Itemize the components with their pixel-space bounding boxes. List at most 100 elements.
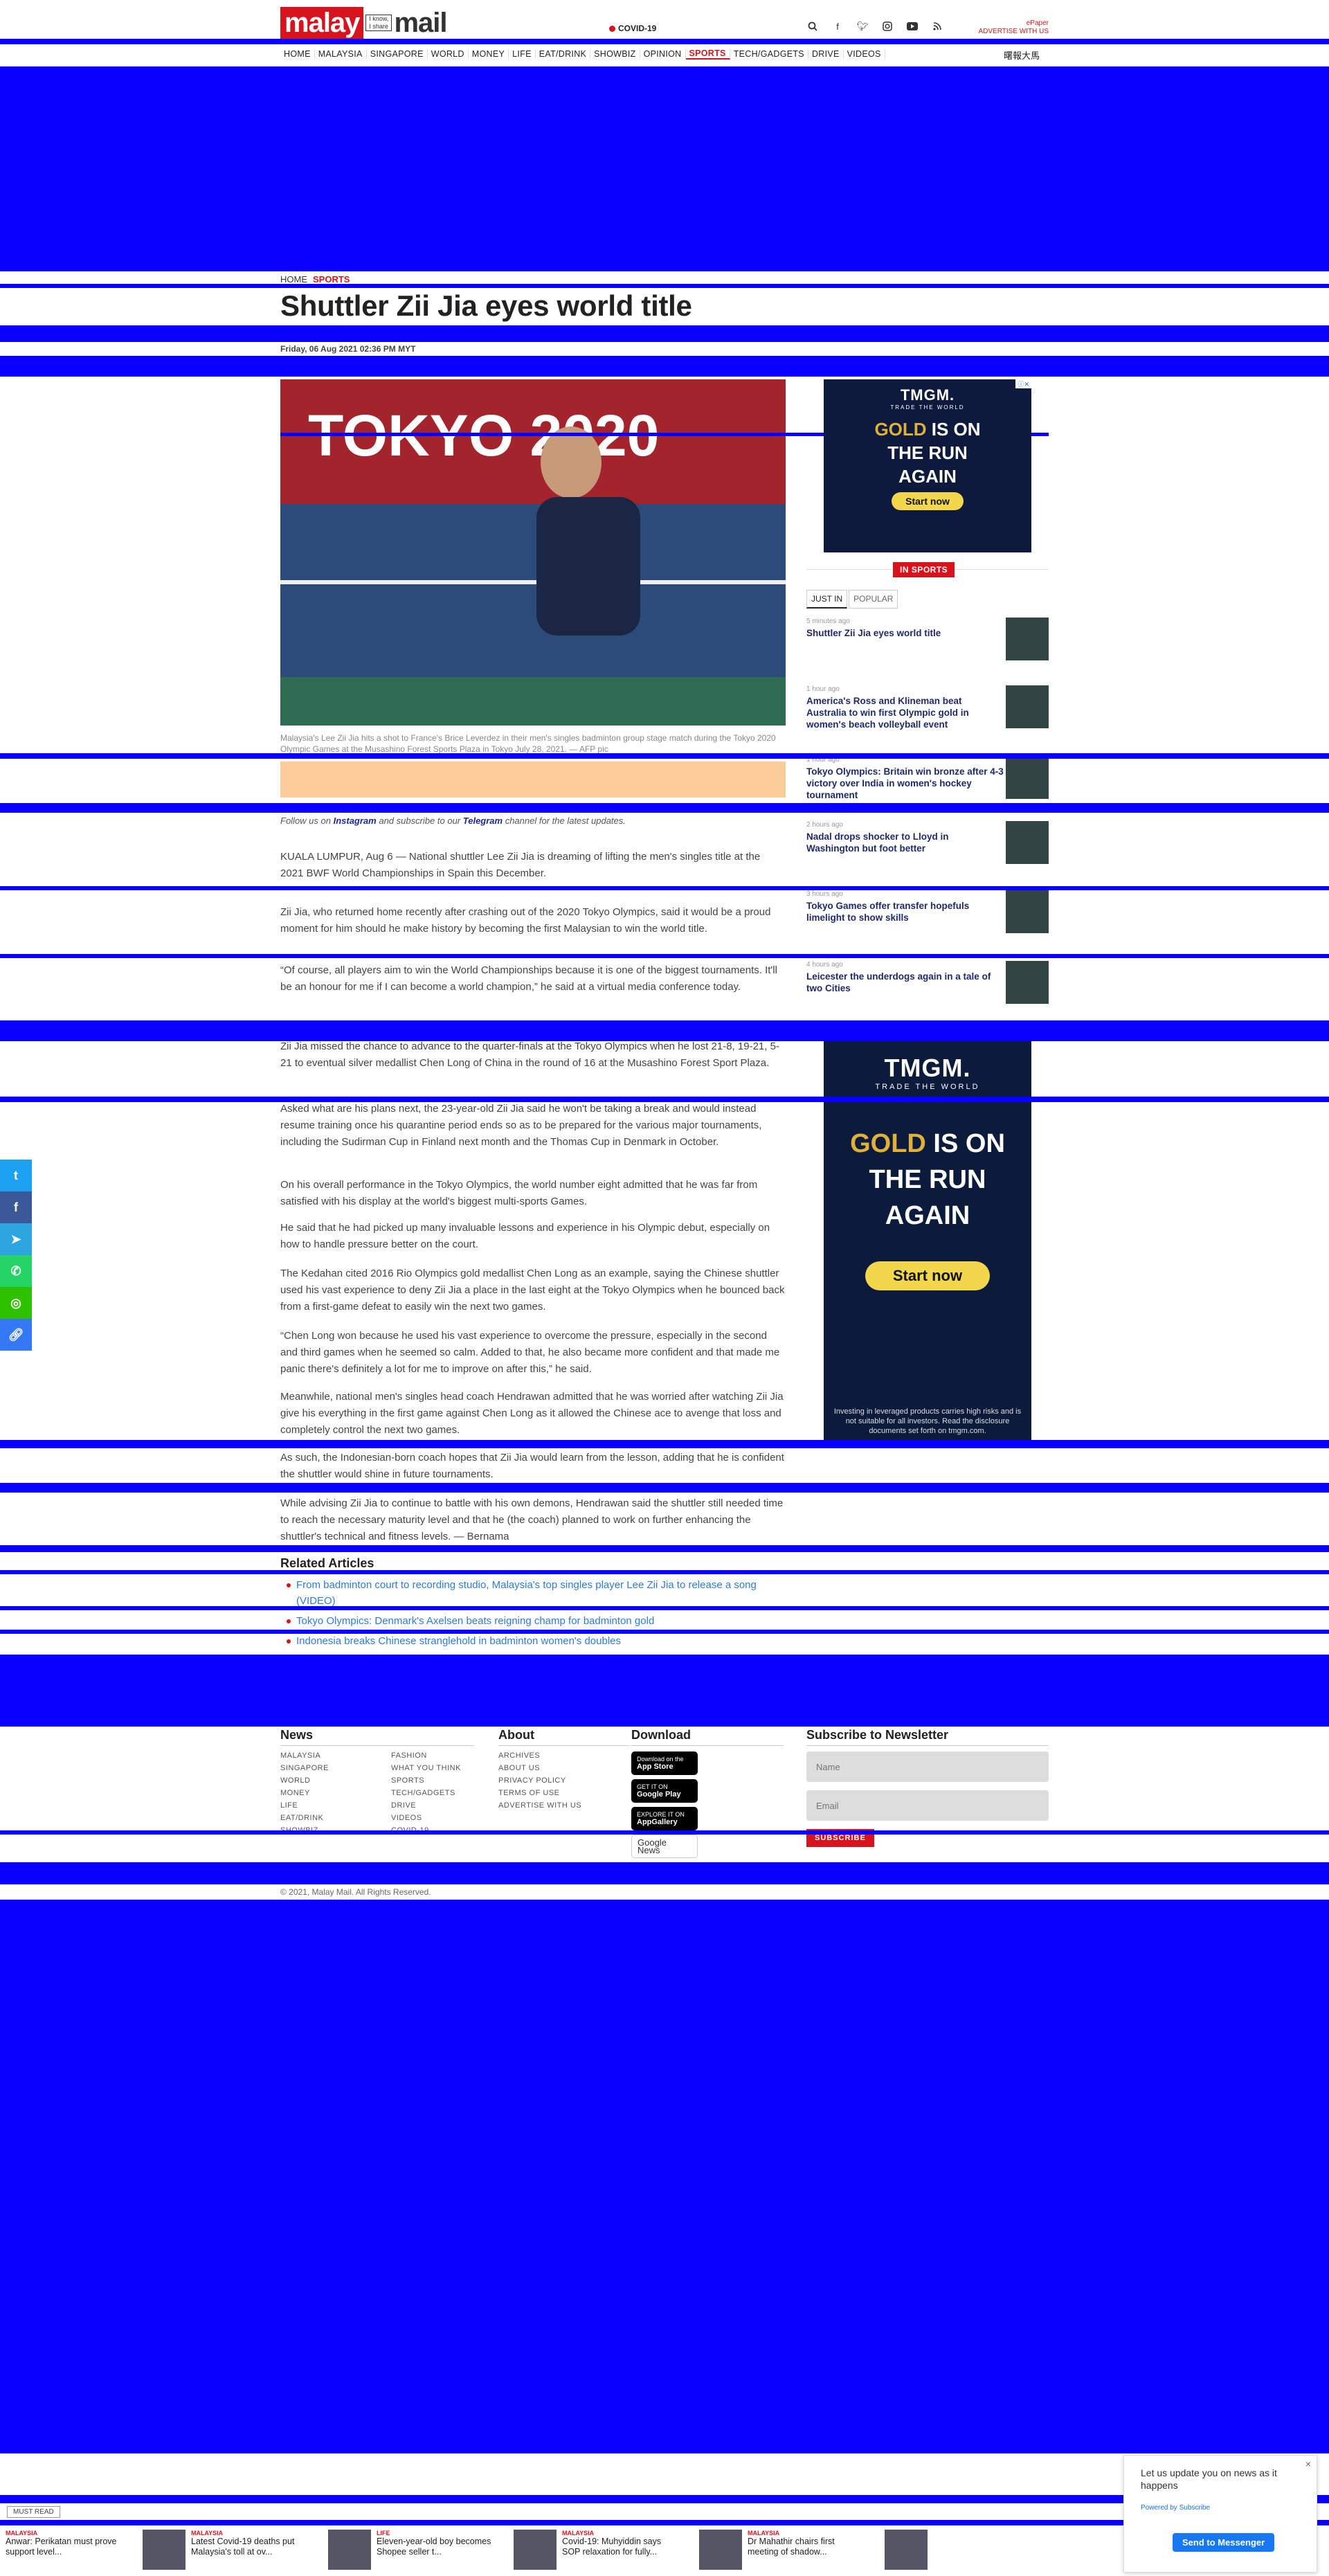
- nav-item-money[interactable]: MONEY: [469, 49, 509, 59]
- just-in-item[interactable]: 4 hours ago Leicester the underdogs again…: [806, 961, 1049, 1009]
- nav-item-life[interactable]: LIFE: [509, 49, 536, 59]
- just-in-item[interactable]: 5 minutes ago Shuttler Zii Jia eyes world…: [806, 618, 1049, 666]
- wechat-icon[interactable]: ◎: [0, 1287, 32, 1319]
- item-thumbnail[interactable]: [1006, 961, 1049, 1004]
- item-headline[interactable]: Tokyo Olympics: Britain win bronze after…: [806, 766, 1004, 801]
- footer-about-link[interactable]: ADVERTISE WITH US: [498, 1801, 630, 1810]
- item-thumbnail[interactable]: [699, 2530, 742, 2570]
- footer-news-link[interactable]: SPORTS: [391, 1776, 502, 1785]
- footer-about-link[interactable]: ARCHIVES: [498, 1751, 630, 1760]
- item-thumbnail[interactable]: [143, 2530, 186, 2570]
- item-headline[interactable]: Tokyo Games offer transfer hopefuls lime…: [806, 900, 1004, 924]
- item-headline[interactable]: Latest Covid-19 deaths put Malaysia's to…: [191, 2537, 309, 2557]
- must-read-item[interactable]: LIFE Eleven-year-old boy becomes Shopee s…: [371, 2527, 557, 2576]
- messenger-powered[interactable]: Powered by Subscribe: [1141, 2504, 1210, 2512]
- related-article-link[interactable]: Indonesia breaks Chinese stranglehold in…: [284, 1633, 782, 1649]
- ad-close-icon[interactable]: ⓘ✕: [1015, 379, 1031, 388]
- footer-news-link[interactable]: VIDEOS: [391, 1814, 502, 1822]
- tab-popular[interactable]: POPULAR: [849, 590, 898, 609]
- footer-news-link[interactable]: WHAT YOU THINK: [391, 1764, 502, 1772]
- item-thumbnail[interactable]: [1006, 756, 1049, 799]
- nav-item-home[interactable]: HOME: [280, 49, 315, 59]
- newsletter-name-input[interactable]: [806, 1751, 1049, 1782]
- twitter-icon[interactable]: t: [0, 1160, 32, 1191]
- nav-chinese-link[interactable]: 曙報大馬: [1004, 48, 1040, 62]
- footer-about-link[interactable]: ABOUT US: [498, 1764, 630, 1772]
- store-badge[interactable]: Download on the App Store: [631, 1751, 698, 1775]
- epaper-link[interactable]: ePaper: [962, 19, 1049, 28]
- ad-start-button[interactable]: Start now: [892, 492, 964, 510]
- nav-item-showbiz[interactable]: SHOWBIZ: [590, 49, 640, 59]
- footer-news-link[interactable]: SINGAPORE: [280, 1764, 391, 1772]
- item-headline[interactable]: America's Ross and Klineman beat Austral…: [806, 695, 1004, 730]
- nav-item-sports[interactable]: SPORTS: [685, 48, 730, 60]
- item-thumbnail[interactable]: [885, 2530, 928, 2570]
- tab-just-in[interactable]: JUST IN: [806, 590, 848, 609]
- instagram-icon[interactable]: [882, 21, 893, 32]
- item-headline[interactable]: Shuttler Zii Jia eyes world title: [806, 627, 1004, 639]
- footer-news-link[interactable]: LIFE: [280, 1801, 391, 1810]
- telegram-link[interactable]: Telegram: [463, 816, 503, 826]
- nav-item-singapore[interactable]: SINGAPORE: [367, 49, 428, 59]
- big-ad-start-button[interactable]: Start now: [865, 1261, 991, 1290]
- footer-news-link[interactable]: WORLD: [280, 1776, 391, 1785]
- just-in-item[interactable]: 1 hour ago Tokyo Olympics: Britain win br…: [806, 756, 1049, 804]
- item-headline[interactable]: Dr Mahathir chairs first meeting of shad…: [748, 2537, 865, 2557]
- footer-news-link[interactable]: DRIVE: [391, 1801, 502, 1810]
- nav-item-opinion[interactable]: OPINION: [640, 49, 686, 59]
- facebook-icon[interactable]: f: [832, 21, 843, 32]
- just-in-item[interactable]: 3 hours ago Tokyo Games offer transfer ho…: [806, 890, 1049, 939]
- item-headline[interactable]: Eleven-year-old boy becomes Shopee selle…: [377, 2537, 494, 2557]
- item-thumbnail[interactable]: [514, 2530, 557, 2570]
- item-thumbnail[interactable]: [1006, 685, 1049, 728]
- inline-ad[interactable]: [280, 762, 786, 798]
- footer-about-link[interactable]: TERMS OF USE: [498, 1789, 630, 1797]
- must-read-item[interactable]: MALAYSIA Dr Mahathir chairs first meeting…: [742, 2527, 928, 2576]
- must-read-item[interactable]: MALAYSIA Anwar: Perikatan must prove supp…: [0, 2527, 186, 2576]
- footer-about-link[interactable]: PRIVACY POLICY: [498, 1776, 630, 1785]
- footer-news-link[interactable]: MALAYSIA: [280, 1751, 391, 1760]
- store-badge[interactable]: GET IT ON Google Play: [631, 1779, 698, 1803]
- telegram-icon[interactable]: ➤: [0, 1223, 32, 1255]
- nav-item-world[interactable]: WORLD: [428, 49, 469, 59]
- instagram-link[interactable]: Instagram: [334, 816, 377, 826]
- send-to-messenger-button[interactable]: Send to Messenger: [1173, 2533, 1275, 2552]
- rss-icon[interactable]: [932, 21, 943, 32]
- just-in-item[interactable]: 2 hours ago Nadal drops shocker to Lloyd …: [806, 821, 1049, 870]
- item-thumbnail[interactable]: [1006, 890, 1049, 933]
- youtube-icon[interactable]: [907, 21, 918, 32]
- store-badge[interactable]: EXPLORE IT ON AppGallery: [631, 1807, 698, 1830]
- footer-news-link[interactable]: MONEY: [280, 1789, 391, 1797]
- related-article-link[interactable]: Tokyo Olympics: Denmark's Axelsen beats …: [284, 1613, 782, 1629]
- nav-item-drive[interactable]: DRIVE: [808, 49, 844, 59]
- facebook-icon[interactable]: f: [0, 1191, 32, 1223]
- search-icon[interactable]: [807, 21, 818, 32]
- footer-news-link[interactable]: EAT/DRINK: [280, 1814, 391, 1822]
- breadcrumb-sports[interactable]: SPORTS: [313, 274, 350, 285]
- item-thumbnail[interactable]: [328, 2530, 371, 2570]
- item-thumbnail[interactable]: [1006, 618, 1049, 660]
- related-article-link[interactable]: From badminton court to recording studio…: [284, 1577, 782, 1609]
- covid-link[interactable]: COVID-19: [609, 24, 656, 33]
- item-headline[interactable]: Anwar: Perikatan must prove support leve…: [6, 2537, 123, 2557]
- must-read-item[interactable]: MALAYSIA Covid-19: Muhyiddin says SOP rel…: [557, 2527, 742, 2576]
- item-thumbnail[interactable]: [1006, 821, 1049, 864]
- newsletter-email-input[interactable]: [806, 1790, 1049, 1821]
- item-headline[interactable]: Nadal drops shocker to Lloyd in Washingt…: [806, 831, 1004, 854]
- item-headline[interactable]: Leicester the underdogs again in a tale …: [806, 971, 1004, 994]
- advertise-link[interactable]: ADVERTISE WITH US: [962, 28, 1049, 36]
- close-icon[interactable]: ×: [1305, 2458, 1311, 2469]
- google-news-badge[interactable]: Google News: [631, 1835, 698, 1858]
- item-headline[interactable]: Covid-19: Muhyiddin says SOP relaxation …: [562, 2537, 680, 2557]
- link-icon[interactable]: 🔗︎: [0, 1319, 32, 1351]
- footer-news-link[interactable]: FASHION: [391, 1751, 502, 1760]
- nav-item-malaysia[interactable]: MALAYSIA: [315, 49, 367, 59]
- nav-item-videos[interactable]: VIDEOS: [844, 49, 885, 59]
- nav-item-eat-drink[interactable]: EAT/DRINK: [536, 49, 591, 59]
- breadcrumb-home[interactable]: HOME: [280, 274, 307, 285]
- sidebar-ad[interactable]: ⓘ✕ TMGM. TRADE THE WORLD GOLD IS ON THE R…: [824, 379, 1031, 552]
- must-read-item[interactable]: MALAYSIA Latest Covid-19 deaths put Malay…: [186, 2527, 371, 2576]
- nav-item-tech-gadgets[interactable]: TECH/GADGETS: [730, 49, 808, 59]
- just-in-item[interactable]: 1 hour ago America's Ross and Klineman be…: [806, 685, 1049, 734]
- whatsapp-icon[interactable]: ✆: [0, 1255, 32, 1287]
